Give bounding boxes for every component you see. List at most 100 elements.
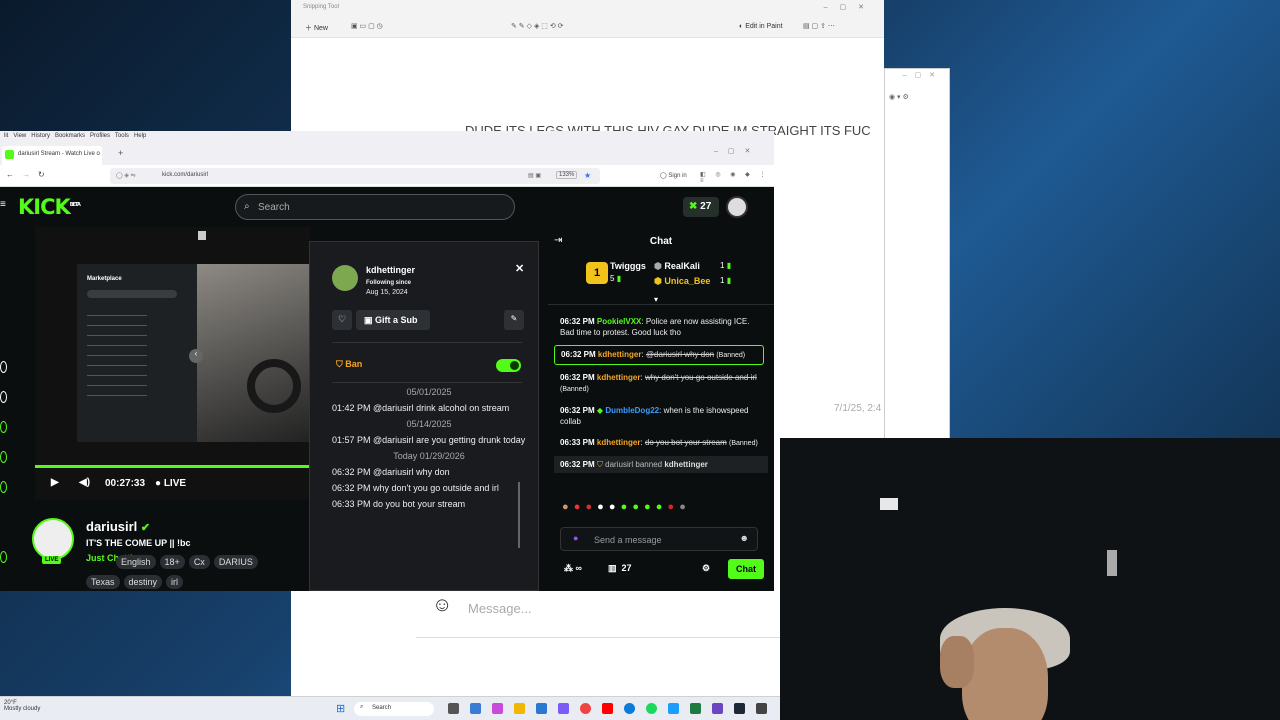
new-snip-button[interactable]: ＋ New bbox=[305, 23, 328, 33]
channel-avatar[interactable] bbox=[0, 391, 7, 403]
taskbar-app-icon[interactable] bbox=[536, 703, 547, 714]
streamer-avatar[interactable] bbox=[32, 518, 74, 560]
site-info-icons[interactable]: ◯ ◈ ⇋ bbox=[116, 172, 136, 179]
chat-message[interactable]: 06:33 PM kdhettinger: do you bot your st… bbox=[554, 434, 768, 452]
browser-tab[interactable]: dariusirl Stream - Watch Live o bbox=[2, 146, 102, 165]
stream-tag[interactable]: Texas bbox=[86, 575, 120, 589]
window-controls[interactable]: –▢✕ bbox=[714, 147, 760, 155]
menu-item-bookmarks[interactable]: Bookmarks bbox=[55, 133, 85, 139]
video-player[interactable]: Marketplace ‹ ▶ ◀) 00:27:33 ● LIVE bbox=[35, 227, 310, 500]
stream-tag[interactable]: DARIUS bbox=[213, 555, 258, 569]
close-icon[interactable]: ✕ bbox=[515, 262, 524, 275]
forward-icon[interactable]: → bbox=[22, 170, 30, 179]
channel-avatar[interactable] bbox=[0, 451, 7, 463]
search-input[interactable]: ⌕ Search bbox=[235, 194, 515, 220]
channel-avatar[interactable] bbox=[0, 481, 7, 493]
gifter-name[interactable]: ⬢ Unica_Bee bbox=[654, 276, 710, 287]
taskbar-app-icon[interactable] bbox=[690, 703, 701, 714]
stream-tag[interactable]: Cx bbox=[188, 555, 210, 569]
shield-icon: ⛉ bbox=[336, 359, 343, 369]
taskbar-app-icon[interactable] bbox=[580, 703, 591, 714]
gifter-badge-icon: ⬢ bbox=[654, 261, 662, 271]
gifter-name[interactable]: Twigggs bbox=[610, 261, 646, 271]
menu-item-tools[interactable]: Tools bbox=[115, 133, 129, 139]
save-copy-share-icons[interactable]: ▤ ▢ ⇪ ⋯ bbox=[803, 22, 835, 30]
menu-item-help[interactable]: Help bbox=[134, 133, 146, 139]
chat-input[interactable]: ● Send a message ☻ bbox=[560, 527, 758, 551]
task-view-icon[interactable] bbox=[448, 703, 459, 714]
menu-item-history[interactable]: History bbox=[31, 133, 50, 139]
taskbar-app-icon[interactable] bbox=[756, 703, 767, 714]
menu-item-view[interactable]: View bbox=[13, 133, 26, 139]
reload-icon[interactable]: ↻ bbox=[38, 170, 45, 179]
microphone-icon[interactable]: ● bbox=[573, 533, 578, 543]
pinned-chevron-icon[interactable]: ▾ bbox=[654, 295, 658, 304]
emoji-icon[interactable]: ☻ bbox=[740, 533, 749, 543]
stream-tag[interactable]: destiny bbox=[123, 575, 163, 589]
stream-tag[interactable]: irl bbox=[166, 575, 184, 589]
taskbar-app-icon[interactable] bbox=[558, 703, 569, 714]
extension-icons[interactable]: ◧ ◎ ◉ ◆ ⋮ ≡ bbox=[700, 171, 774, 184]
chat-message[interactable]: 06:32 PM kdhettinger: why don't you go o… bbox=[554, 369, 768, 398]
weather-widget[interactable]: 20°F Mostly cloudy bbox=[4, 700, 40, 712]
chat-message[interactable]: 06:32 PM PookielVXX: Police are now assi… bbox=[554, 313, 768, 341]
taskbar-app-icon[interactable] bbox=[470, 703, 481, 714]
follow-heart-button[interactable]: ♡ bbox=[332, 310, 352, 330]
menu-item-profiles[interactable]: Profiles bbox=[90, 133, 110, 139]
viewer-count[interactable]: ▥ 27 bbox=[608, 563, 632, 574]
window-controls[interactable]: –▢✕ bbox=[824, 3, 876, 11]
stream-tag[interactable]: 18+ bbox=[159, 555, 185, 569]
edge-icon[interactable] bbox=[624, 703, 635, 714]
gifter-count: 1 ▮ bbox=[720, 261, 732, 270]
volume-icon[interactable]: ◀) bbox=[79, 477, 90, 488]
spotify-icon[interactable] bbox=[646, 703, 657, 714]
stream-tag[interactable]: English bbox=[116, 555, 156, 569]
address-bar[interactable]: ◯ ◈ ⇋ kick.com/dariusirl ▤ ▣ 133% ★ bbox=[110, 168, 600, 184]
kick-points-icon[interactable]: ⁂ ∞ bbox=[564, 563, 582, 574]
play-icon[interactable]: ▶ bbox=[51, 477, 59, 488]
bookmark-star-icon[interactable]: ★ bbox=[584, 171, 591, 180]
channel-avatar[interactable] bbox=[0, 361, 7, 373]
steam-icon[interactable] bbox=[734, 703, 745, 714]
taskbar-app-icon[interactable] bbox=[668, 703, 679, 714]
settings-gear-icon[interactable]: ⚙ bbox=[702, 563, 710, 574]
history-scrollbar[interactable] bbox=[518, 482, 520, 548]
chat-message-selected[interactable]: 06:32 PM kdhettinger: @dariusirl why don… bbox=[554, 345, 764, 365]
chat-message[interactable]: 06:32 PM ◆ DumbleDog22: when is the isho… bbox=[554, 402, 768, 430]
streamer-name[interactable]: dariusirl ✔ bbox=[86, 519, 150, 534]
channel-avatar[interactable] bbox=[0, 551, 7, 563]
menu-item-edit[interactable]: lit bbox=[4, 133, 8, 139]
window-controls[interactable]: –▢✕ bbox=[903, 71, 943, 79]
mod-action-button[interactable]: ✎ bbox=[504, 310, 524, 330]
file-explorer-icon[interactable] bbox=[514, 703, 525, 714]
browser-extension-icons[interactable]: ◉ ▾ ⚙ bbox=[889, 93, 909, 101]
kick-logo[interactable]: KICKBETA bbox=[18, 195, 81, 219]
kick-points-badge[interactable]: ✖ 27 bbox=[683, 197, 719, 217]
message-input-placeholder[interactable]: Message... bbox=[468, 601, 532, 616]
emote-icon: ● bbox=[644, 501, 652, 513]
menu-icon[interactable]: ≡ bbox=[0, 199, 6, 210]
edit-in-paint-button[interactable]: ◐ Edit in Paint bbox=[739, 23, 783, 30]
gifter-name[interactable]: ⬢ RealKali bbox=[654, 261, 700, 272]
taskbar-app-icon[interactable] bbox=[492, 703, 503, 714]
back-icon[interactable]: ← bbox=[6, 170, 14, 179]
carousel-prev-icon[interactable]: ‹ bbox=[189, 349, 203, 363]
user-card-username[interactable]: kdhettinger bbox=[366, 265, 415, 275]
taskbar-app-icon[interactable] bbox=[712, 703, 723, 714]
pen-tools-icons[interactable]: ✎ ✎ ◇ ◈ ⬚ ⟲ ⟳ bbox=[511, 22, 564, 30]
youtube-icon[interactable] bbox=[602, 703, 613, 714]
gift-sub-button[interactable]: ▣ Gift a Sub bbox=[356, 310, 430, 330]
channel-avatar[interactable] bbox=[0, 421, 7, 433]
sign-in-button[interactable]: ◯ Sign in bbox=[660, 172, 687, 179]
send-chat-button[interactable]: Chat bbox=[728, 559, 764, 579]
taskbar-search[interactable]: ⌕ Search bbox=[354, 702, 434, 716]
ban-toggle[interactable] bbox=[496, 359, 521, 372]
emoji-icon[interactable]: ☺ bbox=[432, 594, 452, 617]
user-avatar[interactable] bbox=[726, 196, 748, 218]
emote-bar[interactable]: ● ● ● ● ● ● ● ● ● ● ● bbox=[562, 501, 762, 523]
start-menu-icon[interactable]: ⊞ bbox=[336, 702, 345, 715]
snip-mode-icons[interactable]: ▣ ▭ ▢ ◷ bbox=[351, 22, 383, 30]
new-tab-icon[interactable]: + bbox=[118, 148, 123, 158]
page-action-icons[interactable]: ▤ ▣ bbox=[528, 172, 541, 179]
zoom-level[interactable]: 133% bbox=[556, 171, 578, 179]
